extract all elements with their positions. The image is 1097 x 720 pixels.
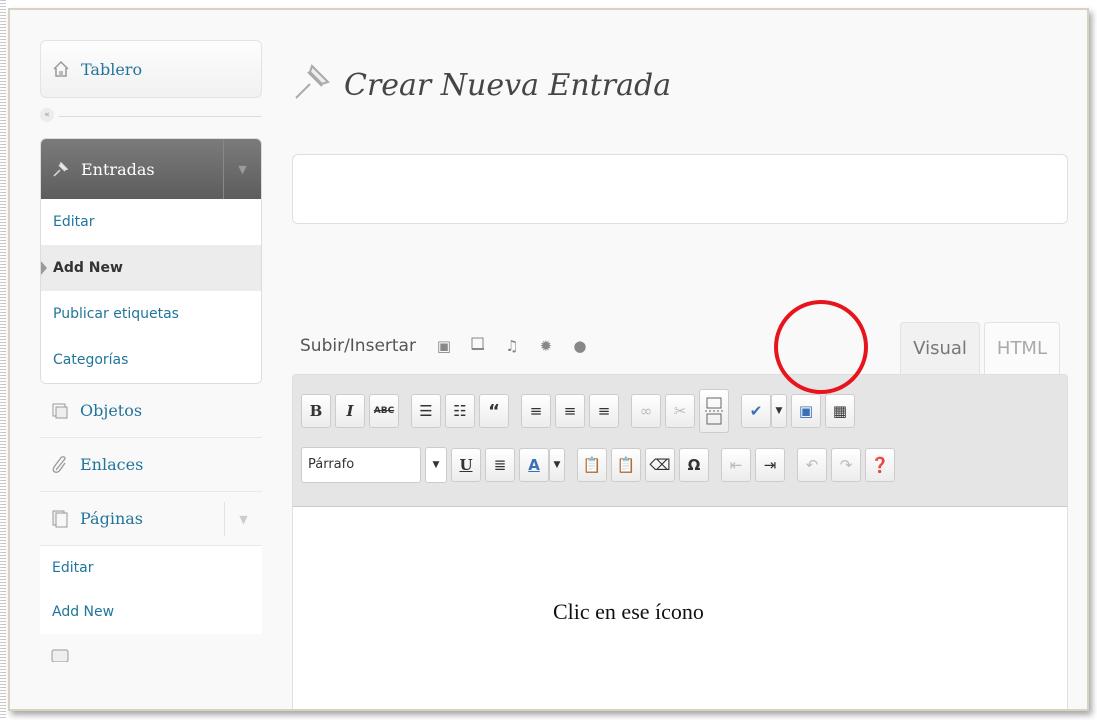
add-audio-icon[interactable]: ♫: [502, 337, 522, 355]
align-left-button[interactable]: ≡: [521, 394, 551, 428]
special-character-button[interactable]: Ω: [679, 448, 709, 482]
collapse-menu[interactable]: «: [40, 98, 262, 132]
numbered-list-button[interactable]: ☷: [445, 394, 475, 428]
redo-icon[interactable]: ↷: [831, 448, 861, 482]
menu-label-dashboard: Tablero: [81, 59, 143, 79]
instruction-caption: Clic en ese ícono: [553, 599, 704, 624]
align-right-button[interactable]: ≡: [589, 394, 619, 428]
page-edge: [0, 0, 6, 720]
paste-text-icon[interactable]: 📋: [577, 448, 607, 482]
submenu-edit-posts[interactable]: Editar: [41, 199, 261, 245]
paste-word-icon[interactable]: 📋: [611, 448, 641, 482]
comments-icon: [48, 640, 72, 664]
submenu-edit-pages[interactable]: Editar: [40, 546, 262, 590]
menu-label-media: Objetos: [80, 401, 143, 420]
tab-html[interactable]: HTML: [983, 322, 1060, 374]
upload-insert-label: Subir/Insertar: [300, 336, 416, 356]
bold-button[interactable]: B: [301, 394, 331, 428]
outdent-icon[interactable]: ⇤: [721, 448, 751, 482]
kitchen-sink-icon[interactable]: ▦: [825, 394, 855, 428]
add-video-icon[interactable]: [468, 336, 488, 356]
align-center-button[interactable]: ≡: [555, 394, 585, 428]
menu-separator: [58, 116, 262, 117]
menu-item-comments-cut[interactable]: [40, 634, 262, 664]
editor-tabs: Visual HTML: [900, 322, 1060, 374]
pushpin-icon: [292, 58, 344, 112]
toolbar-row-2: Párrafo ▼ U ≣ A ▼ 📋 📋 ⌫ Ω ⇤ ⇥ ↶ ↷ ❓: [301, 447, 899, 483]
chevron-down-icon[interactable]: ▼: [224, 502, 262, 536]
editor-toolbar: B I ABC ☰ ☷ “ ≡ ≡ ≡ ∞ ✂ ✔ ▼ ▣ ▦ Párrafo …: [292, 374, 1068, 506]
submenu-categories[interactable]: Categorías: [41, 337, 261, 383]
fullscreen-icon[interactable]: ▣: [791, 394, 821, 428]
underline-button[interactable]: U: [451, 448, 481, 482]
justify-button[interactable]: ≣: [485, 448, 515, 482]
submenu-post-tags[interactable]: Publicar etiquetas: [41, 291, 261, 337]
bullet-list-button[interactable]: ☰: [411, 394, 441, 428]
menu-item-dashboard[interactable]: Tablero: [40, 40, 262, 98]
chevron-down-icon[interactable]: ▼: [771, 394, 787, 428]
post-title-input[interactable]: [292, 154, 1068, 224]
text-color-button[interactable]: A: [519, 448, 549, 482]
menu-label-links: Enlaces: [80, 455, 144, 474]
menu-item-links[interactable]: Enlaces: [40, 438, 262, 492]
format-select[interactable]: Párrafo: [301, 447, 421, 483]
eraser-icon[interactable]: ⌫: [645, 448, 675, 482]
menu-item-pages[interactable]: Páginas ▼: [40, 492, 262, 546]
link-icon[interactable]: ∞: [631, 394, 661, 428]
chevron-down-icon[interactable]: ▼: [425, 447, 447, 483]
help-icon[interactable]: ❓: [865, 448, 895, 482]
annotation-circle: [774, 300, 868, 394]
add-media-icon[interactable]: ✹: [536, 337, 556, 355]
chevron-down-icon[interactable]: ▼: [549, 448, 565, 482]
more-tag-icon[interactable]: [699, 389, 729, 433]
editor-content-area[interactable]: Clic en ese ícono: [292, 506, 1068, 709]
add-media-circle-icon[interactable]: ●: [570, 337, 590, 355]
tab-visual[interactable]: Visual: [900, 322, 980, 374]
unlink-icon[interactable]: ✂: [665, 394, 695, 428]
page-title: Crear Nueva Entrada: [344, 67, 672, 103]
spellcheck-icon[interactable]: ✔: [741, 394, 771, 428]
indent-icon[interactable]: ⇥: [755, 448, 785, 482]
italic-button[interactable]: I: [335, 394, 365, 428]
chevron-down-icon[interactable]: ▼: [223, 139, 261, 199]
collapse-arrow-icon: «: [40, 108, 54, 122]
add-image-icon[interactable]: ▣: [434, 337, 454, 355]
undo-icon[interactable]: ↶: [797, 448, 827, 482]
menu-item-media[interactable]: Objetos: [40, 384, 262, 438]
toolbar-row-1: B I ABC ☰ ☷ “ ≡ ≡ ≡ ∞ ✂ ✔ ▼ ▣ ▦: [301, 389, 859, 433]
strikethrough-button[interactable]: ABC: [369, 394, 399, 428]
media-icon: [48, 399, 72, 423]
screenshot-frame: Tablero « Entradas ▼ Editar Add New Publ…: [8, 8, 1089, 711]
pushpin-icon: [49, 157, 73, 181]
menu-item-posts[interactable]: Entradas ▼: [41, 139, 261, 199]
page-header: Crear Nueva Entrada: [292, 58, 671, 112]
menu-group-posts: Entradas ▼ Editar Add New Publicar etiqu…: [40, 138, 262, 384]
paperclip-icon: [48, 453, 72, 477]
pages-icon: [48, 507, 72, 531]
admin-sidebar: Tablero « Entradas ▼ Editar Add New Publ…: [40, 40, 262, 664]
menu-label-posts: Entradas: [81, 159, 155, 179]
submenu-add-new-post[interactable]: Add New: [41, 245, 261, 291]
house-icon: [49, 57, 73, 81]
upload-insert-bar: Subir/Insertar ▣ ♫ ✹ ●: [300, 336, 590, 356]
submenu-add-new-page[interactable]: Add New: [40, 590, 262, 634]
blockquote-button[interactable]: “: [479, 394, 509, 428]
menu-label-pages: Páginas: [80, 509, 143, 528]
